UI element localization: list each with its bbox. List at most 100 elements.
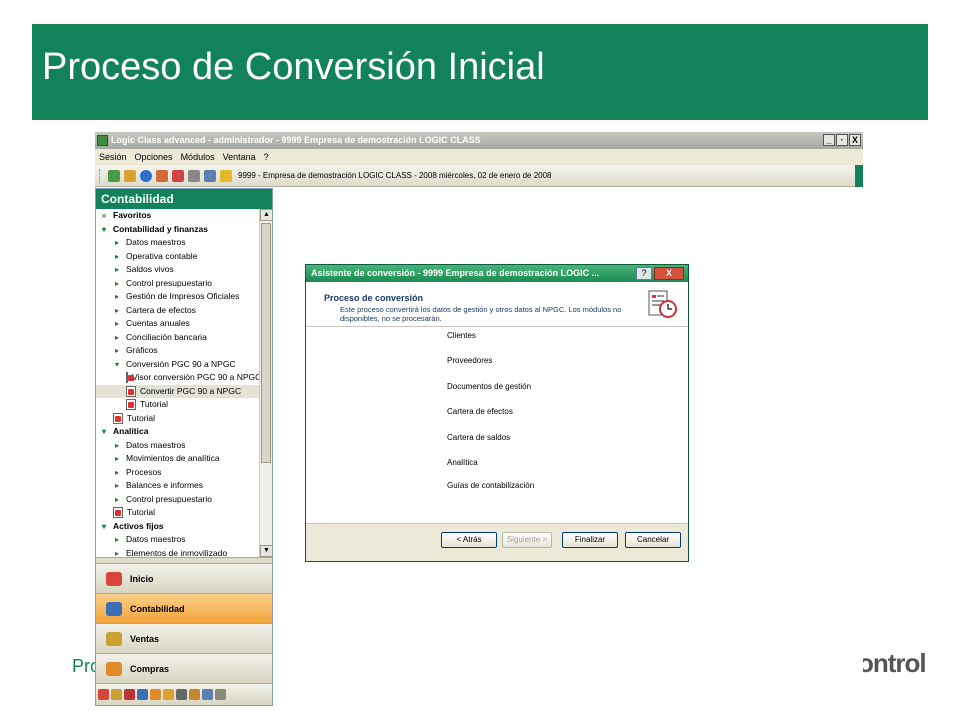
tree-item[interactable]: ▸ Cuentas anuales [96,317,259,331]
list-icon[interactable] [204,169,216,182]
chevron-down-icon: ▾ [101,521,106,531]
cancel-button[interactable]: Cancelar [625,532,681,548]
tree-item-label: Gestión de Impresos Oficiales [126,291,240,301]
scroll-down-button[interactable]: ▼ [260,545,272,557]
dialog-help-button[interactable]: ? [636,267,652,280]
tree-item[interactable]: ▸ Control presupuestario [96,277,259,291]
tree-item[interactable]: Visor conversión PGC 90 a NPGC [96,371,259,385]
slide-title: Proceso de Conversión Inicial [42,46,545,88]
tree-item[interactable]: ▸ Procesos [96,466,259,480]
menu-opciones[interactable]: Opciones [135,149,173,165]
tree-item[interactable]: ▸ Movimientos de analítica [96,452,259,466]
next-button[interactable]: Siguiente > [502,532,552,548]
shortcut-icon[interactable] [202,689,213,700]
menu-ventana[interactable]: Ventana [223,149,256,165]
tree-item-label: Convertir PGC 90 a NPGC [140,385,242,396]
back-button[interactable]: < Atrás [441,532,497,548]
shortcut-icon[interactable] [176,689,187,700]
menu-modulos[interactable]: Módulos [181,149,215,165]
dialog-heading: Proceso de conversión [324,293,424,303]
shortcut-icon[interactable] [189,689,200,700]
slide-footer-logo: ontrol [858,648,927,678]
nav-tree: » Favoritos ▾ Contabilidad y finanzas ▸ Datos… [96,209,259,557]
scroll-thumb[interactable] [261,223,271,463]
company-date-info: 9999 - Empresa de demostración LOGIC CLA… [238,171,552,180]
double-chevron-icon: » [101,211,107,220]
chevron-right-icon: ▸ [114,454,119,463]
help-icon[interactable] [140,169,152,182]
menu-sesion[interactable]: Sesión [99,149,127,165]
tree-item[interactable]: ▾ Conversión PGC 90 a NPGC [96,358,259,372]
tree-item-label: Saldos vivos [126,264,174,274]
conversion-step: Analítica [447,458,478,467]
tree-item[interactable]: ▸ Cartera de efectos [96,304,259,318]
tree-item[interactable]: ▸ Control presupuestario [96,493,259,507]
tree-item-label: Balances e informes [126,480,204,490]
tree-item[interactable]: ▸ Gráficos [96,344,259,358]
tree-item-label: Tutorial [140,399,169,409]
tree-item[interactable]: Convertir PGC 90 a NPGC [96,384,259,398]
chevron-down-icon[interactable] [215,689,226,700]
chevron-right-icon: ▸ [114,292,119,301]
tree-item[interactable]: Tutorial [96,412,259,426]
module-icon [106,661,122,676]
star-icon[interactable] [220,169,232,182]
module-compras[interactable]: Compras [96,653,272,683]
shortcut-icon[interactable] [163,689,174,700]
mail-icon[interactable] [156,169,168,182]
menu-help[interactable]: ? [264,149,269,165]
shortcut-icon[interactable] [124,689,135,700]
tree-group[interactable]: ▾ Contabilidad y finanzas [96,223,259,237]
tree-item-label: Procesos [126,466,162,477]
close-button[interactable]: X [849,134,861,146]
report-icon[interactable] [172,169,184,182]
minimize-button[interactable]: _ [823,134,835,146]
restore-button[interactable]: · [836,134,848,146]
module-contabilidad[interactable]: Contabilidad [96,593,272,623]
tree-item-label: Conciliación bancaria [126,331,207,342]
chevron-right-icon: ▸ [114,548,119,558]
document-icon [113,412,123,424]
shortcut-icon[interactable] [150,689,161,700]
calculator-icon[interactable] [108,169,120,182]
tree-item[interactable]: ▸ Operativa contable [96,250,259,264]
finish-button[interactable]: Finalizar [562,532,618,548]
module-inicio[interactable]: Inicio [96,563,272,593]
scroll-up-button[interactable]: ▲ [260,209,272,221]
nav-header: Contabilidad [96,189,272,209]
module-icon [106,601,122,616]
module-icon [106,631,122,646]
tree-item-label: Tutorial [127,412,156,423]
module-ventas[interactable]: Ventas [96,623,272,653]
tree-item[interactable]: ▸ Saldos vivos [96,263,259,277]
tree-item[interactable]: ▸ Datos maestros [96,439,259,453]
toolbar-grip[interactable] [99,168,102,183]
users-icon[interactable] [124,169,136,182]
tree-item[interactable]: ▸ Elementos de inmovilizado [96,547,259,558]
tree-item[interactable]: ▸ Gestión de Impresos Oficiales [96,290,259,304]
shortcut-icon[interactable] [111,689,122,700]
tree-item[interactable]: ▸ Datos maestros [96,533,259,547]
module-label: Inicio [130,573,154,584]
document-icon[interactable] [188,169,200,182]
chevron-right-icon: ▸ [114,265,119,274]
tree-item[interactable]: ▸ Balances e informes [96,479,259,493]
tree-item-label: Datos maestros [126,439,186,450]
shortcut-icon[interactable] [137,689,148,700]
conversion-step: Cartera de efectos [447,407,513,416]
dialog-footer: < Atrás Siguiente > Finalizar Cancelar [306,523,688,561]
tree-item[interactable]: ▸ Conciliación bancaria [96,331,259,345]
toolbar-end [855,165,863,187]
nav-scrollbar[interactable]: ▲ ▼ [259,209,272,557]
dialog-close-button[interactable]: X [654,267,684,280]
tree-item[interactable]: ▸ Datos maestros [96,236,259,250]
chevron-right-icon: ▸ [114,494,119,504]
chevron-right-icon: ▸ [114,251,119,261]
shortcut-icon[interactable] [98,689,109,700]
tree-item[interactable]: Tutorial [96,506,259,520]
chevron-down-icon: ▾ [114,359,119,369]
tree-group[interactable]: ▾ Analítica [96,425,259,439]
tree-group[interactable]: » Favoritos [96,209,259,223]
tree-item[interactable]: Tutorial [96,398,259,412]
tree-group[interactable]: ▾ Activos fijos [96,520,259,534]
